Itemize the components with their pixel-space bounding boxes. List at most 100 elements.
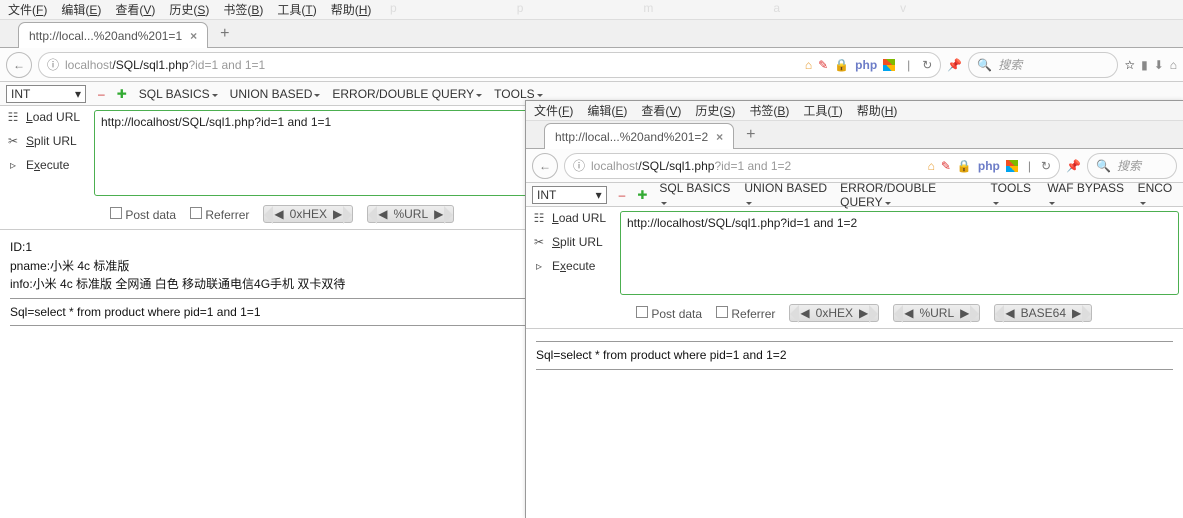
search-icon: 🔍 xyxy=(1096,159,1111,173)
home-button[interactable]: ⌂ xyxy=(1170,58,1177,72)
menu-history[interactable]: 历史(S) xyxy=(169,1,209,18)
load-url-button[interactable]: ☷Load URL xyxy=(6,110,88,124)
menu-tools[interactable]: 工具(T) xyxy=(803,102,842,119)
postdata-checkbox[interactable]: Post data xyxy=(636,306,702,321)
search-field[interactable]: 🔍 搜索 xyxy=(968,52,1118,78)
home-icon[interactable]: ⌂ xyxy=(805,58,812,72)
menu-waf-bypass[interactable]: WAF BYPASS xyxy=(1047,181,1125,209)
menu-view[interactable]: 查看(V) xyxy=(115,1,155,18)
windows-icon[interactable] xyxy=(1006,160,1018,172)
lock-icon[interactable]: 🔒 xyxy=(834,58,849,72)
urlenc-chip[interactable]: ◀%URL▶ xyxy=(893,304,980,322)
hackbar-tools: ☷Load URL ✂Split URL ▹Execute xyxy=(526,207,620,298)
divider xyxy=(536,341,1173,342)
lock-icon[interactable]: 🔒 xyxy=(957,159,972,173)
menu-file[interactable]: 文件(F) xyxy=(534,102,573,119)
url-host: localhost xyxy=(65,58,112,72)
plus-icon[interactable]: ✚ xyxy=(637,188,647,202)
play-icon: ▹ xyxy=(532,259,546,273)
hex-chip[interactable]: ◀0xHEX▶ xyxy=(263,205,353,223)
feather-icon[interactable]: ✎ xyxy=(941,159,951,173)
menu-help[interactable]: 帮助(H) xyxy=(857,102,898,119)
tab-title: http://local...%20and%201=1 xyxy=(29,29,182,43)
menu-view[interactable]: 查看(V) xyxy=(641,102,681,119)
pin-icon[interactable]: 📌 xyxy=(947,58,962,72)
menu-tools[interactable]: TOOLS xyxy=(991,181,1036,209)
menu-edit[interactable]: 编辑(E) xyxy=(61,1,101,18)
url-query: ?id=1 and 1=2 xyxy=(714,159,791,173)
info-icon[interactable]: ⓘ xyxy=(47,56,59,73)
close-icon[interactable]: × xyxy=(716,130,723,144)
menu-encoding[interactable]: ENCO xyxy=(1138,181,1177,209)
reload-icon[interactable]: ↻ xyxy=(922,58,932,72)
execute-button[interactable]: ▹Execute xyxy=(6,158,88,172)
star-icon[interactable]: ☆ xyxy=(1124,58,1135,72)
back-button[interactable]: ← xyxy=(6,52,32,78)
background-tabs-faint: ppmav xyxy=(390,1,906,15)
menu-union-based[interactable]: UNION BASED xyxy=(230,87,321,101)
menu-error-double[interactable]: ERROR/DOUBLE QUERY xyxy=(840,181,978,209)
urlenc-chip[interactable]: ◀%URL▶ xyxy=(367,205,454,223)
close-icon[interactable]: × xyxy=(190,29,197,43)
execute-button[interactable]: ▹Execute xyxy=(532,259,614,273)
split-url-button[interactable]: ✂Split URL xyxy=(532,235,614,249)
base64-chip[interactable]: ◀BASE64▶ xyxy=(994,304,1092,322)
menu-sql-basics[interactable]: SQL BASICS xyxy=(659,181,732,209)
menu-sql-basics[interactable]: SQL BASICS xyxy=(139,87,218,101)
url-textarea[interactable] xyxy=(620,211,1179,295)
reload-icon[interactable]: ↻ xyxy=(1041,159,1051,173)
menu-edit[interactable]: 编辑(E) xyxy=(587,102,627,119)
hackbar-options: Post data Referrer ◀0xHEX▶ ◀%URL▶ ◀BASE6… xyxy=(526,298,1183,329)
home-icon[interactable]: ⌂ xyxy=(928,159,935,173)
url-host: localhost xyxy=(591,159,638,173)
split-url-button[interactable]: ✂Split URL xyxy=(6,134,88,148)
plus-icon[interactable]: ✚ xyxy=(117,87,127,101)
divider xyxy=(536,369,1173,370)
url-path: /SQL/sql1.php xyxy=(112,58,188,72)
back-button[interactable]: ← xyxy=(532,153,558,179)
search-icon: 🔍 xyxy=(977,58,992,72)
pin-icon[interactable]: 📌 xyxy=(1066,159,1081,173)
new-tab-button[interactable]: + xyxy=(214,25,235,43)
url-path: /SQL/sql1.php xyxy=(638,159,714,173)
url-field[interactable]: ⓘ localhost/SQL/sql1.php?id=1 and 1=2 ⌂ … xyxy=(564,153,1060,179)
info-icon[interactable]: ⓘ xyxy=(573,157,585,174)
minus-icon[interactable]: – xyxy=(98,87,105,101)
windows-icon[interactable] xyxy=(883,59,895,71)
menu-help[interactable]: 帮助(H) xyxy=(331,1,372,18)
minus-icon[interactable]: – xyxy=(619,188,626,202)
result-sql: Sql=select * from product where pid=1 an… xyxy=(536,346,1173,365)
menu-file[interactable]: 文件(F) xyxy=(8,1,47,18)
tabstrip: http://local...%20and%201=1 × + xyxy=(0,20,1183,48)
php-icon[interactable]: php xyxy=(978,159,1000,173)
navbar: ← ⓘ localhost/SQL/sql1.php?id=1 and 1=2 … xyxy=(526,149,1183,183)
menu-bookmarks[interactable]: 书签(B) xyxy=(223,1,263,18)
menu-history[interactable]: 历史(S) xyxy=(695,102,735,119)
tab-active[interactable]: http://local...%20and%201=1 × xyxy=(18,22,208,48)
tab-active[interactable]: http://local...%20and%201=2 × xyxy=(544,123,734,149)
menu-union-based[interactable]: UNION BASED xyxy=(744,181,828,209)
browser-window-2: 文件(F) 编辑(E) 查看(V) 历史(S) 书签(B) 工具(T) 帮助(H… xyxy=(525,100,1183,518)
feather-icon[interactable]: ✎ xyxy=(818,58,828,72)
library-icon[interactable]: ▮ xyxy=(1141,58,1148,72)
referrer-checkbox[interactable]: Referrer xyxy=(190,207,249,222)
menu-bookmarks[interactable]: 书签(B) xyxy=(749,102,789,119)
url-field[interactable]: ⓘ localhost/SQL/sql1.php?id=1 and 1=1 ⌂ … xyxy=(38,52,941,78)
download-icon[interactable]: ⬇ xyxy=(1154,58,1164,72)
tabstrip: http://local...%20and%201=2 × + xyxy=(526,121,1183,149)
page-content: Sql=select * from product where pid=1 an… xyxy=(526,329,1183,382)
php-icon[interactable]: php xyxy=(855,58,877,72)
url-query: ?id=1 and 1=1 xyxy=(188,58,265,72)
referrer-checkbox[interactable]: Referrer xyxy=(716,306,775,321)
menu-tools[interactable]: TOOLS xyxy=(494,87,542,101)
load-url-button[interactable]: ☷Load URL xyxy=(532,211,614,225)
hex-chip[interactable]: ◀0xHEX▶ xyxy=(789,304,879,322)
postdata-checkbox[interactable]: Post data xyxy=(110,207,176,222)
search-field[interactable]: 🔍 搜索 xyxy=(1087,153,1177,179)
int-dropdown[interactable]: INT▾ xyxy=(6,85,86,103)
scissors-icon: ✂ xyxy=(6,134,20,148)
menu-tools[interactable]: 工具(T) xyxy=(277,1,316,18)
new-tab-button[interactable]: + xyxy=(740,126,761,144)
menu-error-double[interactable]: ERROR/DOUBLE QUERY xyxy=(332,87,482,101)
int-dropdown[interactable]: INT▾ xyxy=(532,186,607,204)
